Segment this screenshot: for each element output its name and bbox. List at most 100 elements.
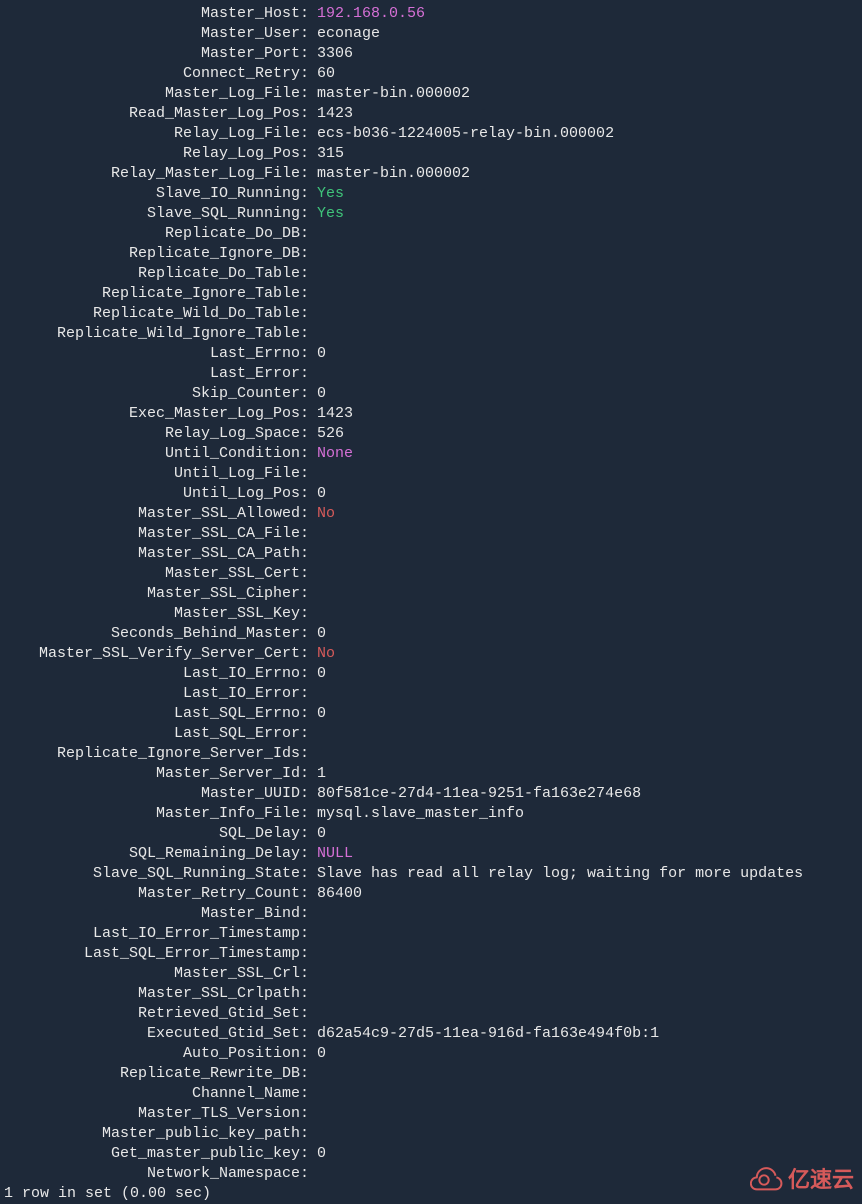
terminal-output[interactable]: Master_Host:192.168.0.56Master_User:econ… — [0, 4, 862, 1184]
colon-separator: : — [300, 864, 317, 884]
status-key: Replicate_Wild_Ignore_Table — [0, 324, 300, 344]
colon-separator: : — [300, 644, 317, 664]
status-value — [317, 744, 862, 764]
status-key: Exec_Master_Log_Pos — [0, 404, 300, 424]
status-key: Master_Bind — [0, 904, 300, 924]
status-row: Slave_SQL_Running:Yes — [0, 204, 862, 224]
cloud-icon — [750, 1165, 784, 1195]
status-row: Relay_Master_Log_File:master-bin.000002 — [0, 164, 862, 184]
colon-separator: : — [300, 284, 317, 304]
colon-separator: : — [300, 884, 317, 904]
status-key: Last_IO_Error — [0, 684, 300, 704]
status-key: Master_Info_File — [0, 804, 300, 824]
colon-separator: : — [300, 384, 317, 404]
status-value: Yes — [317, 204, 862, 224]
status-key: Master_SSL_Cert — [0, 564, 300, 584]
colon-separator: : — [300, 624, 317, 644]
colon-separator: : — [300, 904, 317, 924]
status-value: No — [317, 504, 862, 524]
status-row: Last_SQL_Error: — [0, 724, 862, 744]
status-value: ecs-b036-1224005-relay-bin.000002 — [317, 124, 862, 144]
status-value — [317, 924, 862, 944]
colon-separator: : — [300, 664, 317, 684]
status-row: Channel_Name: — [0, 1084, 862, 1104]
status-row: Read_Master_Log_Pos:1423 — [0, 104, 862, 124]
result-summary: 1 row in set (0.00 sec) — [0, 1184, 862, 1204]
status-row: Master_TLS_Version: — [0, 1104, 862, 1124]
status-value — [317, 684, 862, 704]
status-value — [317, 1004, 862, 1024]
status-value — [317, 1064, 862, 1084]
colon-separator: : — [300, 444, 317, 464]
status-value: mysql.slave_master_info — [317, 804, 862, 824]
status-value: 315 — [317, 144, 862, 164]
colon-separator: : — [300, 424, 317, 444]
status-key: Last_SQL_Errno — [0, 704, 300, 724]
status-value — [317, 1104, 862, 1124]
status-value: econage — [317, 24, 862, 44]
watermark-logo: 亿速云 — [750, 1165, 854, 1195]
status-key: Relay_Master_Log_File — [0, 164, 300, 184]
status-value — [317, 944, 862, 964]
status-key: Master_SSL_Crlpath — [0, 984, 300, 1004]
status-row: Network_Namespace: — [0, 1164, 862, 1184]
colon-separator: : — [300, 1024, 317, 1044]
status-key: Until_Log_Pos — [0, 484, 300, 504]
status-value — [317, 284, 862, 304]
status-key: Executed_Gtid_Set — [0, 1024, 300, 1044]
status-row: Last_Errno:0 — [0, 344, 862, 364]
status-value: 80f581ce-27d4-11ea-9251-fa163e274e68 — [317, 784, 862, 804]
status-value — [317, 324, 862, 344]
status-key: Relay_Log_Space — [0, 424, 300, 444]
status-row: Master_SSL_Cipher: — [0, 584, 862, 604]
status-row: Last_Error: — [0, 364, 862, 384]
status-row: Replicate_Do_Table: — [0, 264, 862, 284]
status-row: Until_Condition:None — [0, 444, 862, 464]
status-value: 0 — [317, 624, 862, 644]
status-row: Master_public_key_path: — [0, 1124, 862, 1144]
status-value: 192.168.0.56 — [317, 4, 862, 24]
status-row: Exec_Master_Log_Pos:1423 — [0, 404, 862, 424]
status-key: Slave_SQL_Running — [0, 204, 300, 224]
colon-separator: : — [300, 924, 317, 944]
status-value: 0 — [317, 384, 862, 404]
colon-separator: : — [300, 984, 317, 1004]
status-row: Replicate_Ignore_DB: — [0, 244, 862, 264]
status-key: Master_Retry_Count — [0, 884, 300, 904]
status-key: Network_Namespace — [0, 1164, 300, 1184]
status-row: Last_IO_Error: — [0, 684, 862, 704]
status-value: 0 — [317, 1144, 862, 1164]
colon-separator: : — [300, 544, 317, 564]
status-row: Replicate_Ignore_Server_Ids: — [0, 744, 862, 764]
colon-separator: : — [300, 1124, 317, 1144]
status-row: Master_UUID:80f581ce-27d4-11ea-9251-fa16… — [0, 784, 862, 804]
status-key: Master_UUID — [0, 784, 300, 804]
colon-separator: : — [300, 1084, 317, 1104]
status-row: Master_Port:3306 — [0, 44, 862, 64]
status-value — [317, 464, 862, 484]
status-value — [317, 564, 862, 584]
colon-separator: : — [300, 304, 317, 324]
status-key: Master_Port — [0, 44, 300, 64]
colon-separator: : — [300, 564, 317, 584]
status-key: Last_IO_Errno — [0, 664, 300, 684]
status-row: Master_Info_File:mysql.slave_master_info — [0, 804, 862, 824]
status-row: Master_Host:192.168.0.56 — [0, 4, 862, 24]
status-row: Master_User:econage — [0, 24, 862, 44]
status-value — [317, 984, 862, 1004]
status-key: Master_SSL_CA_Path — [0, 544, 300, 564]
status-key: Master_SSL_Verify_Server_Cert — [0, 644, 300, 664]
status-key: Master_SSL_Allowed — [0, 504, 300, 524]
status-key: Seconds_Behind_Master — [0, 624, 300, 644]
status-value — [317, 364, 862, 384]
colon-separator: : — [300, 324, 317, 344]
status-row: Last_IO_Errno:0 — [0, 664, 862, 684]
status-row: Relay_Log_Space:526 — [0, 424, 862, 444]
status-key: Read_Master_Log_Pos — [0, 104, 300, 124]
status-key: Replicate_Ignore_DB — [0, 244, 300, 264]
status-key: SQL_Remaining_Delay — [0, 844, 300, 864]
status-value: 526 — [317, 424, 862, 444]
colon-separator: : — [300, 744, 317, 764]
watermark-text: 亿速云 — [788, 1170, 854, 1190]
status-key: Replicate_Wild_Do_Table — [0, 304, 300, 324]
